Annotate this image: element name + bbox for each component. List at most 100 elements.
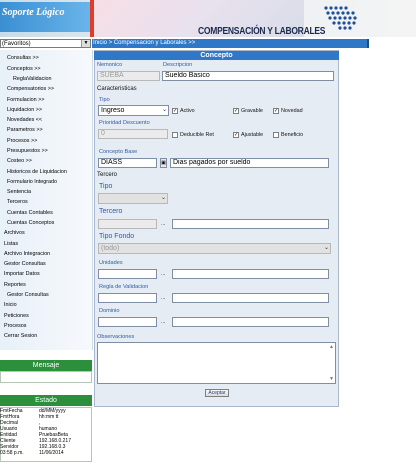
sidebar-item-costeo[interactable]: Costeo >> [7, 158, 32, 165]
scroll-down-icon[interactable]: ▼ [329, 376, 334, 382]
concepto-base-lookup-button[interactable]: ▣ [160, 158, 167, 168]
aceptar-button[interactable]: Aceptar [205, 389, 229, 397]
gravable-label: Gravable [241, 108, 263, 114]
tercero-tipo-label: Tipo [99, 183, 113, 190]
sidebar-item-archivo-integracion[interactable]: Archivo Integracion [4, 251, 50, 258]
activo-checkbox[interactable]: ✓ [172, 108, 178, 114]
deducible-checkbox[interactable] [172, 132, 178, 138]
sidebar-item-consultas[interactable]: Consultas >> [7, 55, 39, 62]
breadcrumb[interactable]: Inicio > Compensacion y Laborales >> [93, 40, 195, 47]
sidebar-item-parametros[interactable]: Parametros >> [7, 127, 43, 134]
sidebar-item-listas[interactable]: Listas [4, 241, 18, 248]
sidebar-item-formulacion[interactable]: Formulacion >> [7, 97, 44, 104]
sidebar-item-regla-validacion[interactable]: ReglaValidacion [13, 76, 52, 83]
sidebar-item-cuentas-conceptos[interactable]: Cuentas Conceptos [7, 220, 54, 227]
mensaje-body [0, 371, 92, 383]
breadcrumb-end-marker [367, 39, 369, 48]
sidebar-item-peticiones[interactable]: Peticiones [4, 313, 29, 320]
descripcion-label: Descripcion [163, 62, 193, 68]
sidebar-item-importar-datos[interactable]: Importar Datos [4, 271, 40, 278]
dominio-lookup-button[interactable]: ... [161, 319, 166, 325]
sidebar-item-terceros[interactable]: Terceros [7, 199, 28, 206]
dominio-desc-field[interactable] [172, 317, 329, 327]
regla-desc-field[interactable] [172, 293, 329, 303]
nemonico-field[interactable]: SUEBA [97, 71, 160, 81]
tercero-section-heading: Tercero [97, 172, 118, 178]
novedad-checkbox[interactable]: ✓ [273, 108, 279, 114]
sidebar-item-cerrar-sesion[interactable]: Cerrar Sesion [4, 333, 37, 340]
sidebar-item-reportes-gestor-consultas[interactable]: Gestor Consultas [7, 292, 49, 299]
sidebar-item-compensatorios[interactable]: Compensatorios >> [7, 86, 54, 93]
dominio-code-field[interactable] [98, 317, 157, 327]
app-header: Soporte Lógico COMPENSACIÓN Y LABORALES [0, 0, 416, 37]
breadcrumb-bar: Inicio > Compensacion y Laborales >> [92, 39, 369, 48]
regla-lookup-button[interactable]: ... [161, 295, 166, 301]
tipo-fondo-select[interactable]: (todo) ⌄ [98, 243, 331, 254]
chevron-down-icon: ⌄ [160, 195, 166, 201]
estado-date: 11/06/2014 [39, 450, 64, 456]
sidebar-item-archivos[interactable]: Archivos [4, 230, 25, 237]
regla-label: Regla de Validacion [99, 284, 149, 290]
tercero-tipo-select[interactable]: ⌄ [98, 193, 168, 204]
form-title: Concepto [94, 51, 339, 60]
sidebar-item-gestor-consultas[interactable]: Gestor Consultas [4, 261, 46, 268]
sidebar-item-historicos[interactable]: Historicos de Liquidacion [7, 169, 67, 176]
favorites-select[interactable]: (Favoritos) ▼ [0, 39, 91, 48]
scroll-up-icon[interactable]: ▲ [329, 344, 334, 350]
ellipsis-icon: ▣ [161, 160, 166, 166]
module-brand: COMPENSACIÓN Y LABORALES [198, 26, 326, 37]
sidebar-item-cuentas-contables[interactable]: Cuentas Contables [7, 210, 53, 217]
company-logo: Soporte Lógico [2, 7, 65, 18]
tipo-fondo-label: Tipo Fondo [99, 233, 135, 240]
sidebar-item-sentencia[interactable]: Sentencia [7, 189, 31, 196]
unidades-code-field[interactable] [98, 269, 157, 279]
prioridad-label: Prioridad Descuento [99, 120, 150, 126]
dominio-label: Dominio [99, 308, 120, 314]
mensaje-title: Mensaje [0, 360, 92, 371]
unidades-lookup-button[interactable]: ... [161, 271, 166, 277]
ajustable-checkbox[interactable]: ✓ [233, 132, 239, 138]
observaciones-textarea[interactable]: ▲ ▼ [97, 342, 336, 384]
beneficio-checkbox[interactable] [273, 132, 279, 138]
sidebar-item-formulario-integrado[interactable]: Formulario Integrado [7, 179, 57, 186]
unidades-label: Unidades [99, 260, 123, 266]
prioridad-field[interactable]: 0 [98, 129, 168, 139]
chevron-down-icon: ⌄ [161, 107, 167, 113]
ajustable-label: Ajustable [241, 132, 264, 138]
tercero-lookup-button[interactable]: ... [161, 221, 166, 227]
sidebar-item-procesos-main[interactable]: Procesos [4, 323, 26, 330]
gravable-checkbox[interactable]: ✓ [233, 108, 239, 114]
dots-logo-icon [324, 6, 357, 30]
deducible-label: Deducible Ret [180, 132, 214, 138]
favorites-select-value: (Favoritos) [2, 41, 31, 47]
beneficio-label: Beneficio [281, 132, 304, 138]
tercero-desc-field[interactable] [172, 219, 329, 229]
estado-time: 03:58 p.m. [0, 450, 24, 456]
concepto-base-desc-field[interactable]: Dias pagados por sueldo [170, 158, 329, 168]
unidades-desc-field[interactable] [172, 269, 329, 279]
sidebar-item-presupuestos[interactable]: Presupuestos >> [7, 148, 48, 155]
descripcion-field[interactable]: Sueldo Basico [162, 71, 334, 81]
chevron-down-icon: ⌄ [323, 245, 329, 251]
tercero-code-field[interactable] [98, 219, 157, 229]
sidebar-item-novedades[interactable]: Novedades << [7, 117, 42, 124]
activo-label: Activo [180, 108, 195, 114]
caracteristicas-heading: Caracteristicas [97, 86, 137, 92]
sidebar-item-liquidacion[interactable]: Liquidacion >> [7, 107, 42, 114]
observaciones-label: Observaciones [97, 334, 135, 340]
tipo-select[interactable]: Ingreso ⌄ [98, 105, 169, 116]
concepto-base-code-field[interactable]: DIASS [98, 158, 157, 168]
tipo-fondo-select-value: (todo) [101, 245, 120, 252]
estado-title: Estado [0, 395, 92, 406]
concepto-base-label: Concepto Base [99, 149, 138, 155]
sidebar-item-inicio[interactable]: Inicio [4, 302, 17, 309]
sidebar-item-reportes[interactable]: Reportes [4, 282, 26, 289]
sidebar-item-procesos[interactable]: Procesos >> [7, 138, 37, 145]
nemonico-label: Nemonico [97, 62, 123, 68]
novedad-label: Novedad [281, 108, 303, 114]
sidebar-item-conceptos[interactable]: Conceptos >> [7, 66, 41, 73]
chevron-down-icon[interactable]: ▼ [81, 40, 90, 47]
regla-code-field[interactable] [98, 293, 157, 303]
tipo-label: Tipo [99, 97, 110, 103]
tercero-label: Tercero [99, 208, 123, 215]
